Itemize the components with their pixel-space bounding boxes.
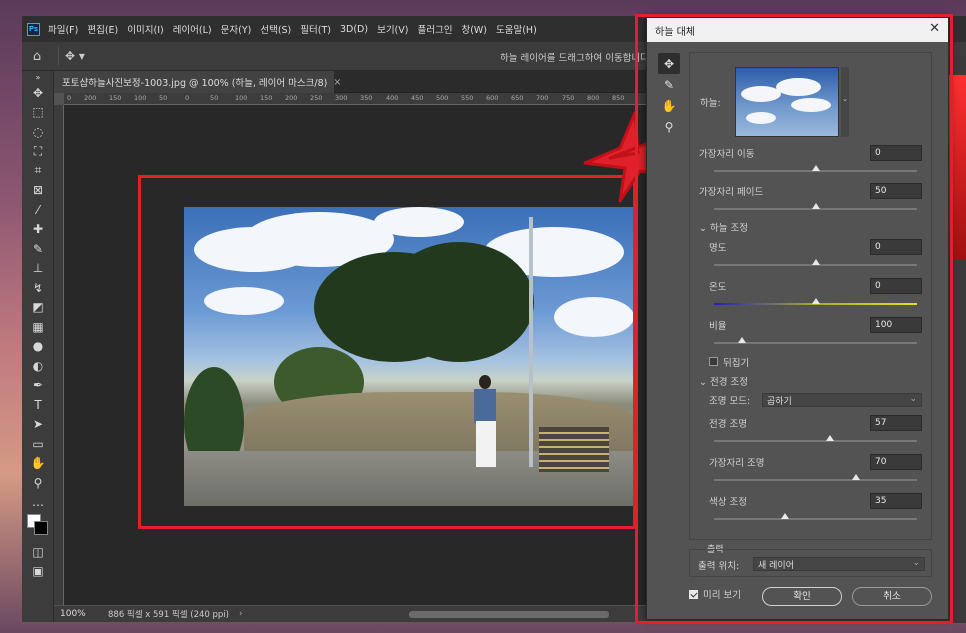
document-info: 886 픽셀 x 591 픽셀 (240 ppi) bbox=[108, 610, 229, 620]
horizontal-scrollbar[interactable] bbox=[409, 611, 609, 618]
collapse-icon[interactable]: » bbox=[22, 71, 54, 83]
menu-help[interactable]: 도움말(H) bbox=[496, 22, 537, 36]
shape-tool-icon[interactable]: ▭ bbox=[22, 434, 54, 454]
zoom-level[interactable]: 100% bbox=[54, 609, 90, 619]
menu-edit[interactable]: 편집(E) bbox=[87, 22, 118, 36]
divider bbox=[58, 47, 59, 65]
document-tab[interactable]: 포토샵하늘사진보정-1003.jpg @ 100% (하늘, 레이어 마스크/8… bbox=[54, 71, 341, 93]
frame-tool-icon[interactable]: ⊠ bbox=[22, 181, 54, 201]
ruler-tick: 50 bbox=[210, 94, 219, 102]
history-brush-icon[interactable]: ↯ bbox=[22, 278, 54, 298]
status-menu-arrow[interactable]: › bbox=[239, 609, 243, 619]
ruler-tick: 700 bbox=[536, 94, 549, 102]
menu-plugins[interactable]: 플러그인 bbox=[417, 22, 452, 36]
object-select-tool-icon[interactable]: ⛶ bbox=[22, 142, 54, 162]
ruler-tick: 200 bbox=[84, 94, 97, 102]
ruler-tick: 550 bbox=[461, 94, 474, 102]
menu-filter[interactable]: 필터(T) bbox=[300, 22, 331, 36]
more-tools-icon[interactable]: … bbox=[22, 493, 54, 513]
background-color[interactable] bbox=[34, 521, 48, 535]
ruler-tick: 150 bbox=[260, 94, 273, 102]
screen-mode-icon[interactable]: ▣ bbox=[22, 562, 54, 582]
ruler-tick: 500 bbox=[436, 94, 449, 102]
vertical-ruler bbox=[54, 105, 64, 605]
ruler-tick: 0 bbox=[67, 94, 72, 102]
options-hint-text: 하늘 레이어를 드래그하여 이동합니다 bbox=[500, 53, 649, 64]
menu-select[interactable]: 선택(S) bbox=[260, 22, 291, 36]
menu-window[interactable]: 창(W) bbox=[461, 22, 487, 36]
marquee-tool-icon[interactable]: ⬚ bbox=[22, 103, 54, 123]
blur-tool-icon[interactable]: ● bbox=[22, 337, 54, 357]
close-tab-icon[interactable]: × bbox=[333, 77, 341, 88]
ruler-tick: 300 bbox=[335, 94, 348, 102]
color-swatches[interactable] bbox=[22, 512, 53, 542]
ruler-tick: 400 bbox=[386, 94, 399, 102]
lasso-tool-icon[interactable]: ◌ bbox=[22, 122, 54, 142]
healing-tool-icon[interactable]: ✚ bbox=[22, 220, 54, 240]
zoom-tool-icon[interactable]: ⚲ bbox=[22, 473, 54, 493]
document-tab-title: 포토샵하늘사진보정-1003.jpg @ 100% (하늘, 레이어 마스크/8… bbox=[62, 78, 328, 89]
eyedropper-tool-icon[interactable]: ⁄ bbox=[22, 200, 54, 220]
brush-tool-icon[interactable]: ✎ bbox=[22, 239, 54, 259]
ruler-tick: 0 bbox=[185, 94, 190, 102]
tools-panel: » ✥ ⬚ ◌ ⛶ ⌗ ⊠ ⁄ ✚ ✎ ⊥ ↯ ◩ ▦ ● ◐ ✒ T ➤ ▭ … bbox=[22, 71, 54, 622]
ruler-tick: 100 bbox=[235, 94, 248, 102]
move-tool-preset-icon[interactable]: ✥ ▾ bbox=[65, 49, 95, 63]
menu-layer[interactable]: 레이어(L) bbox=[173, 22, 212, 36]
path-select-tool-icon[interactable]: ➤ bbox=[22, 415, 54, 435]
eraser-tool-icon[interactable]: ◩ bbox=[22, 298, 54, 318]
dodge-tool-icon[interactable]: ◐ bbox=[22, 356, 54, 376]
photoshop-logo-icon: Ps bbox=[27, 22, 40, 36]
ruler-tick: 350 bbox=[360, 94, 373, 102]
ruler-tick: 800 bbox=[587, 94, 600, 102]
menu-file[interactable]: 파일(F) bbox=[48, 22, 78, 36]
menu-3d[interactable]: 3D(D) bbox=[340, 24, 368, 35]
highlight-box-dialog bbox=[635, 14, 953, 624]
menu-image[interactable]: 이미지(I) bbox=[127, 22, 163, 36]
ruler-tick: 100 bbox=[134, 94, 147, 102]
move-tool-icon[interactable]: ✥ bbox=[22, 83, 54, 103]
ruler-tick: 750 bbox=[562, 94, 575, 102]
type-tool-icon[interactable]: T bbox=[22, 395, 54, 415]
gradient-tool-icon[interactable]: ▦ bbox=[22, 317, 54, 337]
ruler-tick: 50 bbox=[159, 94, 168, 102]
stamp-tool-icon[interactable]: ⊥ bbox=[22, 259, 54, 279]
quick-mask-icon[interactable]: ◫ bbox=[22, 542, 54, 562]
home-icon[interactable]: ⌂ bbox=[22, 49, 52, 64]
ruler-tick: 150 bbox=[109, 94, 122, 102]
hand-tool-icon[interactable]: ✋ bbox=[22, 454, 54, 474]
ruler-tick: 600 bbox=[486, 94, 499, 102]
ruler-tick: 650 bbox=[511, 94, 524, 102]
ruler-tick: 250 bbox=[310, 94, 323, 102]
highlight-box-canvas bbox=[138, 175, 636, 529]
crop-tool-icon[interactable]: ⌗ bbox=[22, 161, 54, 181]
pen-tool-icon[interactable]: ✒ bbox=[22, 376, 54, 396]
ruler-tick: 200 bbox=[285, 94, 298, 102]
ruler-tick: 450 bbox=[411, 94, 424, 102]
menu-view[interactable]: 보기(V) bbox=[377, 22, 408, 36]
ruler-tick: 850 bbox=[612, 94, 625, 102]
menu-type[interactable]: 문자(Y) bbox=[221, 22, 252, 36]
